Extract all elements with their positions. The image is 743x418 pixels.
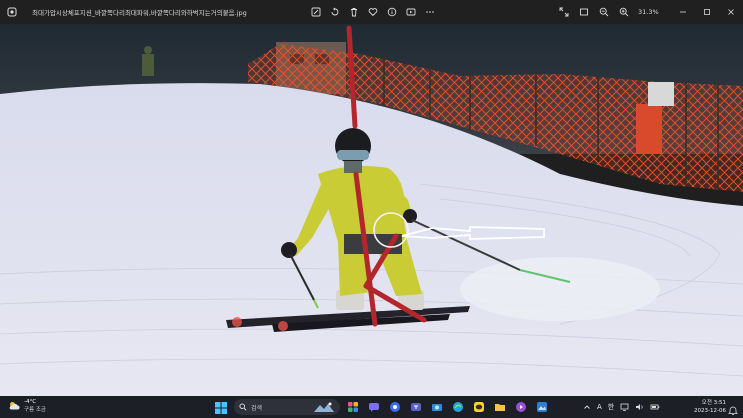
- view-toolbar: 31.3%: [554, 0, 659, 24]
- windows-logo-icon: [215, 402, 227, 414]
- media-app-icon[interactable]: [512, 398, 530, 416]
- photo-viewer-image[interactable]: [0, 24, 743, 396]
- widgets-app-icon[interactable]: [344, 398, 362, 416]
- maximize-icon[interactable]: [695, 0, 719, 24]
- rotate-icon[interactable]: [325, 0, 344, 24]
- zoom-out-icon[interactable]: [594, 0, 614, 24]
- ski-photo: [0, 24, 743, 396]
- title-bar: 최대가압시상체포지션_바깥쪽다리최대파워,바깥쪽다리와하벅지는거의붙음.jpg: [0, 0, 743, 24]
- teams-app-icon[interactable]: [407, 398, 425, 416]
- fence-pad: [636, 104, 662, 154]
- search-label: 검색: [251, 404, 263, 412]
- sign-board: [648, 82, 674, 106]
- kakaotalk-app-icon[interactable]: [470, 398, 488, 416]
- fit-window-icon[interactable]: [574, 0, 594, 24]
- clock-date: 2023-12-06: [694, 408, 726, 414]
- system-tray: A 한: [583, 396, 666, 418]
- pinned-apps: [344, 398, 554, 416]
- edge-app-icon[interactable]: [449, 398, 467, 416]
- zoom-in-icon[interactable]: [614, 0, 634, 24]
- photos-app-icon: [0, 0, 24, 24]
- slideshow-icon[interactable]: [401, 0, 420, 24]
- browser-app-icon[interactable]: [386, 398, 404, 416]
- search-icon: [239, 403, 247, 411]
- fullscreen-icon[interactable]: [554, 0, 574, 24]
- camera-app-icon[interactable]: [428, 398, 446, 416]
- chat-app-icon[interactable]: [365, 398, 383, 416]
- snow-spray: [460, 257, 660, 321]
- delete-icon[interactable]: [344, 0, 363, 24]
- zoom-level: 31.3%: [638, 8, 659, 16]
- weather-cloud-icon: [9, 402, 20, 410]
- ime-mode-a[interactable]: A: [597, 403, 602, 411]
- close-icon[interactable]: [719, 0, 743, 24]
- window-controls: [671, 0, 743, 24]
- tray-overflow-icon[interactable]: [583, 403, 591, 411]
- more-icon[interactable]: [420, 0, 439, 24]
- volume-icon[interactable]: [635, 403, 644, 411]
- clock-time: 오전 3:51: [701, 400, 726, 406]
- weather-widget[interactable]: -4°C 구름 조금: [8, 398, 46, 414]
- start-button[interactable]: [214, 400, 228, 414]
- notification-bell-icon[interactable]: [728, 401, 738, 418]
- taskbar-clock[interactable]: 오전 3:51 2023-12-06: [690, 399, 726, 415]
- file-explorer-icon[interactable]: [491, 398, 509, 416]
- weather-temp: -4°C: [24, 399, 37, 405]
- network-icon[interactable]: [620, 403, 629, 411]
- image-toolbar: [306, 0, 439, 24]
- weather-desc: 구름 조금: [24, 407, 46, 413]
- file-name: 최대가압시상체포지션_바깥쪽다리최대파워,바깥쪽다리와하벅지는거의붙음.jpg: [32, 9, 247, 17]
- edit-image-icon[interactable]: [306, 0, 325, 24]
- battery-icon[interactable]: [650, 403, 660, 411]
- favorite-icon[interactable]: [363, 0, 382, 24]
- taskbar-search-box[interactable]: 검색: [234, 399, 340, 415]
- search-highlight-icon: [314, 402, 334, 412]
- ime-mode-han[interactable]: 한: [608, 402, 614, 412]
- taskbar: -4°C 구름 조금 검색 A 한 오전 3:51 2023-12-06: [0, 396, 743, 418]
- info-icon[interactable]: [382, 0, 401, 24]
- minimize-icon[interactable]: [671, 0, 695, 24]
- photos-taskbar-icon[interactable]: [533, 398, 551, 416]
